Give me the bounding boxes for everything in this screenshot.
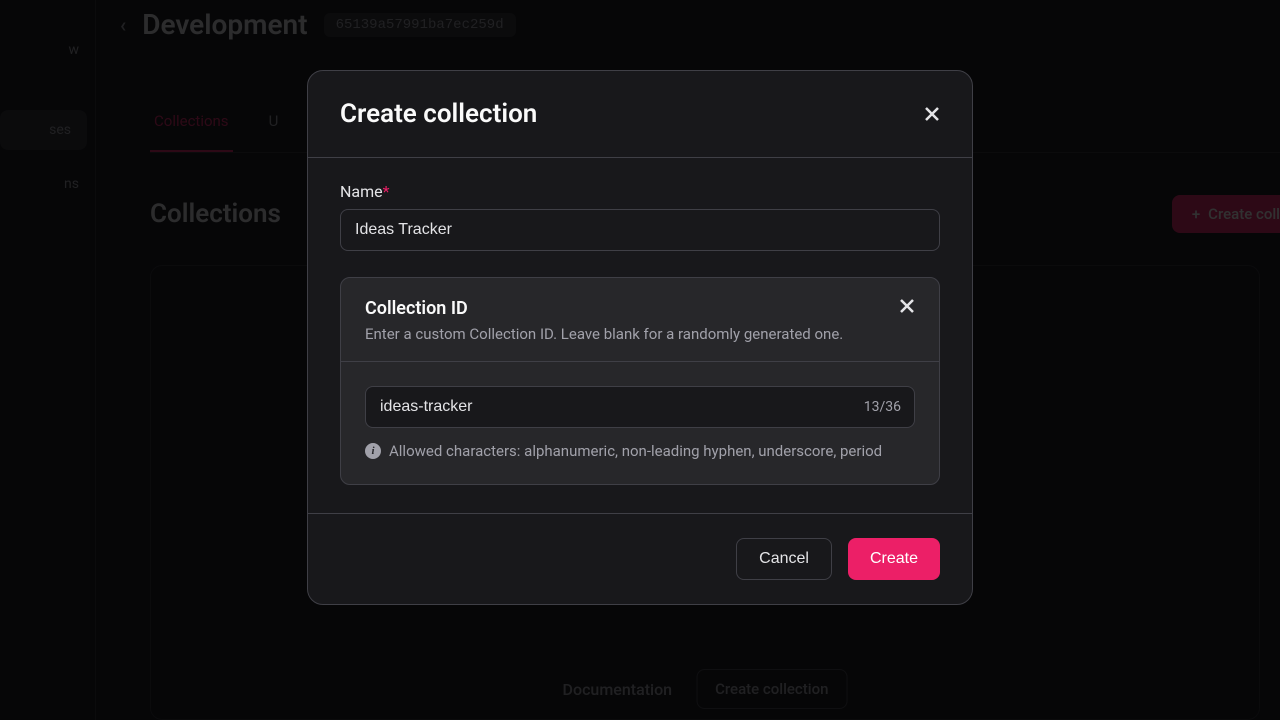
name-label: Name* <box>340 182 940 201</box>
modal-header: Create collection <box>308 71 972 158</box>
info-icon: i <box>365 443 381 459</box>
modal-footer: Cancel Create <box>308 513 972 604</box>
collection-id-section: Collection ID Enter a custom Collection … <box>340 277 940 485</box>
id-section-description: Enter a custom Collection ID. Leave blan… <box>365 325 843 343</box>
character-count: 13/36 <box>864 399 901 415</box>
id-section-body: 13/36 i Allowed characters: alphanumeric… <box>341 362 939 484</box>
modal-body: Name* Collection ID Enter a custom Colle… <box>308 158 972 513</box>
id-section-header: Collection ID Enter a custom Collection … <box>341 278 939 362</box>
close-icon[interactable] <box>924 106 940 122</box>
hint-row: i Allowed characters: alphanumeric, non-… <box>365 442 915 460</box>
modal-title: Create collection <box>340 99 537 129</box>
collection-id-input[interactable] <box>365 386 915 428</box>
hint-text: Allowed characters: alphanumeric, non-le… <box>389 442 882 460</box>
id-section-title: Collection ID <box>365 298 843 319</box>
create-collection-modal: Create collection Name* Collection ID En… <box>307 70 973 605</box>
create-button[interactable]: Create <box>848 538 940 580</box>
name-input[interactable] <box>340 209 940 251</box>
close-icon[interactable] <box>899 298 915 314</box>
cancel-button[interactable]: Cancel <box>736 538 832 580</box>
